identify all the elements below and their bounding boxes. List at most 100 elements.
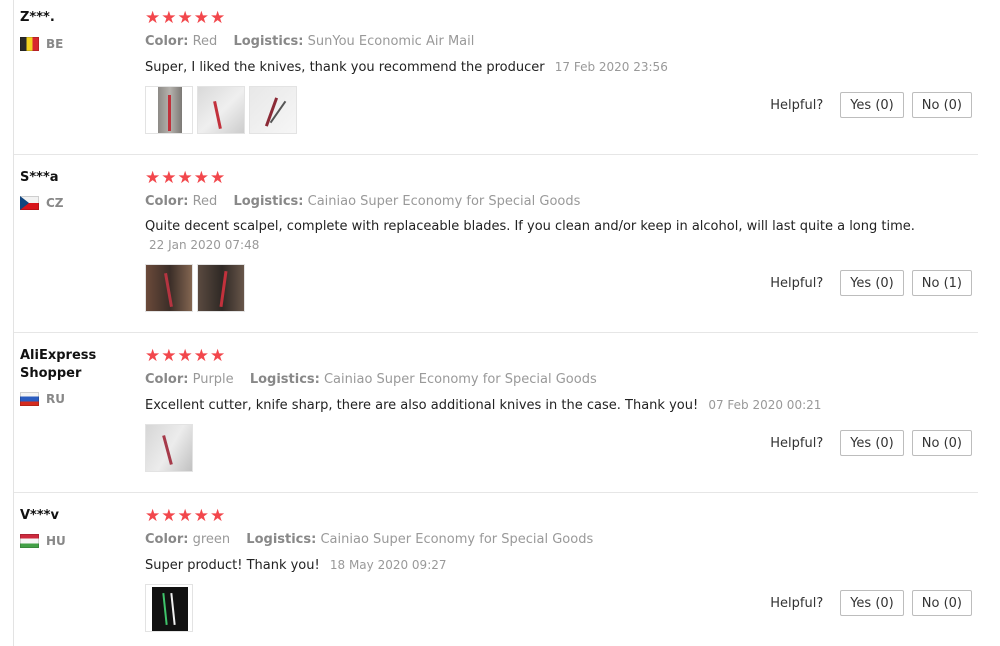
- reviewer-country: BE: [20, 36, 63, 52]
- order-info: Color: green Logistics: Cainiao Super Ec…: [145, 531, 593, 549]
- logistics-label: Logistics:: [249, 372, 320, 387]
- photo-thumbnails: [145, 86, 297, 134]
- reviewer-name: V***v: [20, 508, 59, 523]
- reviewer-country: HU: [20, 533, 66, 549]
- helpful-no-button[interactable]: No (1): [911, 270, 972, 296]
- helpful-label: Helpful?: [770, 595, 824, 611]
- helpful-label: Helpful?: [770, 275, 824, 291]
- star-icon: ★: [177, 346, 193, 366]
- color-value: Red: [192, 194, 218, 209]
- helpful-vote: Helpful? Yes (0) No (1): [770, 270, 972, 296]
- belgium-flag-icon: [20, 37, 39, 51]
- star-icon: ★: [145, 506, 161, 526]
- logistics-value: Cainiao Super Economy for Special Goods: [320, 532, 594, 547]
- country-code: RU: [46, 392, 65, 406]
- helpful-label: Helpful?: [770, 97, 824, 113]
- review-date: 17 Feb 2020 23:56: [554, 60, 668, 74]
- review-text: Excellent cutter, knife sharp, there are…: [145, 396, 945, 415]
- color-label: Color:: [145, 532, 189, 547]
- star-rating: ★ ★ ★ ★ ★: [145, 169, 225, 187]
- star-icon: ★: [210, 346, 226, 366]
- color-value: Red: [192, 34, 218, 49]
- star-icon: ★: [210, 168, 226, 188]
- helpful-vote: Helpful? Yes (0) No (0): [770, 590, 972, 616]
- helpful-vote: Helpful? Yes (0) No (0): [770, 92, 972, 118]
- review-photo[interactable]: [197, 264, 245, 312]
- order-info: Color: Red Logistics: SunYou Economic Ai…: [145, 33, 474, 51]
- helpful-no-button[interactable]: No (0): [911, 590, 972, 616]
- czech-flag-icon: [20, 196, 39, 210]
- color-label: Color:: [145, 34, 189, 49]
- star-icon: ★: [193, 8, 209, 28]
- order-info: Color: Red Logistics: Cainiao Super Econ…: [145, 193, 580, 211]
- divider: [14, 492, 978, 493]
- helpful-no-button[interactable]: No (0): [911, 92, 972, 118]
- logistics-value: SunYou Economic Air Mail: [307, 34, 475, 49]
- review-photo[interactable]: [145, 86, 193, 134]
- color-label: Color:: [145, 372, 189, 387]
- star-icon: ★: [145, 168, 161, 188]
- star-icon: ★: [161, 346, 177, 366]
- reviewer-country: RU: [20, 391, 65, 407]
- star-icon: ★: [177, 168, 193, 188]
- logistics-value: Cainiao Super Economy for Special Goods: [323, 372, 597, 387]
- star-icon: ★: [193, 506, 209, 526]
- country-code: CZ: [46, 196, 64, 210]
- photo-thumbnails: [145, 424, 193, 472]
- review-photo[interactable]: [145, 264, 193, 312]
- color-value: Purple: [192, 372, 234, 387]
- star-icon: ★: [177, 506, 193, 526]
- photo-thumbnails: [145, 264, 245, 312]
- logistics-label: Logistics:: [233, 194, 304, 209]
- reviewer-name: AliExpress Shopper: [20, 348, 97, 381]
- review-photo[interactable]: [145, 584, 193, 632]
- helpful-no-button[interactable]: No (0): [911, 430, 972, 456]
- star-rating: ★ ★ ★ ★ ★: [145, 347, 225, 365]
- helpful-yes-button[interactable]: Yes (0): [840, 92, 904, 118]
- reviewer-name: S***a: [20, 170, 59, 185]
- review-text: Quite decent scalpel, complete with repl…: [145, 218, 945, 254]
- photo-thumbnails: [145, 584, 193, 632]
- country-code: HU: [46, 534, 66, 548]
- divider: [14, 332, 978, 333]
- star-icon: ★: [145, 8, 161, 28]
- star-icon: ★: [210, 506, 226, 526]
- review-text: Super, I liked the knives, thank you rec…: [145, 58, 945, 77]
- order-info: Color: Purple Logistics: Cainiao Super E…: [145, 371, 597, 389]
- logistics-label: Logistics:: [233, 34, 304, 49]
- color-value: green: [192, 532, 231, 547]
- review-photo[interactable]: [197, 86, 245, 134]
- review-body: Excellent cutter, knife sharp, there are…: [145, 398, 699, 413]
- star-icon: ★: [161, 506, 177, 526]
- star-rating: ★ ★ ★ ★ ★: [145, 9, 225, 27]
- review-date: 07 Feb 2020 00:21: [708, 398, 822, 412]
- reviewer-name: Z***.: [20, 10, 55, 25]
- review-body: Super, I liked the knives, thank you rec…: [145, 60, 545, 75]
- star-rating: ★ ★ ★ ★ ★: [145, 507, 225, 525]
- review-photo[interactable]: [145, 424, 193, 472]
- review-text: Super product! Thank you! 18 May 2020 09…: [145, 556, 945, 575]
- review-date: 18 May 2020 09:27: [329, 558, 447, 572]
- helpful-yes-button[interactable]: Yes (0): [840, 590, 904, 616]
- review-body: Quite decent scalpel, complete with repl…: [145, 219, 915, 234]
- helpful-label: Helpful?: [770, 435, 824, 451]
- russia-flag-icon: [20, 392, 39, 406]
- review-body: Super product! Thank you!: [145, 558, 320, 573]
- star-icon: ★: [161, 168, 177, 188]
- country-code: BE: [46, 37, 64, 51]
- logistics-value: Cainiao Super Economy for Special Goods: [307, 194, 581, 209]
- divider: [14, 154, 978, 155]
- reviewer-country: CZ: [20, 195, 64, 211]
- helpful-yes-button[interactable]: Yes (0): [840, 430, 904, 456]
- star-icon: ★: [210, 8, 226, 28]
- review-photo[interactable]: [249, 86, 297, 134]
- star-icon: ★: [145, 346, 161, 366]
- star-icon: ★: [193, 168, 209, 188]
- left-border: [13, 0, 14, 646]
- star-icon: ★: [193, 346, 209, 366]
- color-label: Color:: [145, 194, 189, 209]
- helpful-yes-button[interactable]: Yes (0): [840, 270, 904, 296]
- star-icon: ★: [177, 8, 193, 28]
- hungary-flag-icon: [20, 534, 39, 548]
- review-date: 22 Jan 2020 07:48: [149, 238, 260, 252]
